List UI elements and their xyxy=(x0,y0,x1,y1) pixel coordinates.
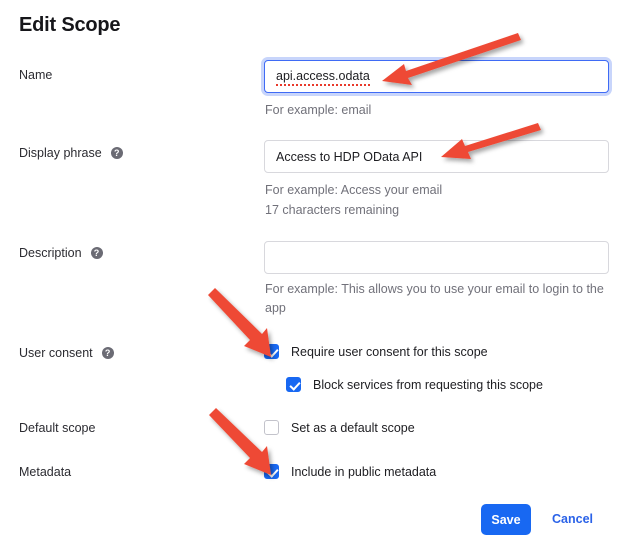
block-services-label: Block services from requesting this scop… xyxy=(313,377,543,392)
checkbox-box[interactable] xyxy=(264,344,279,359)
include-public-metadata-label: Include in public metadata xyxy=(291,464,437,479)
metadata-label-text: Metadata xyxy=(19,465,72,479)
help-icon[interactable]: ? xyxy=(101,347,114,359)
arrow-to-require-consent-checkbox xyxy=(208,288,271,357)
user-consent-group-label: User consent ? xyxy=(19,346,114,360)
set-default-scope-label: Set as a default scope xyxy=(291,420,415,435)
description-field-label: Description ? xyxy=(19,246,103,260)
name-input[interactable] xyxy=(264,60,609,93)
cancel-button[interactable]: Cancel xyxy=(552,512,593,526)
default-scope-label-text: Default scope xyxy=(19,421,96,435)
display-phrase-label-text: Display phrase xyxy=(19,146,102,160)
include-public-metadata-checkbox[interactable]: Include in public metadata xyxy=(264,464,436,479)
description-field-hint: For example: This allows you to use your… xyxy=(265,282,604,315)
arrow-to-include-metadata-checkbox xyxy=(209,408,271,475)
set-default-scope-checkbox[interactable]: Set as a default scope xyxy=(264,420,415,435)
require-user-consent-label: Require user consent for this scope xyxy=(291,344,488,359)
checkbox-box[interactable] xyxy=(264,420,279,435)
checkbox-box[interactable] xyxy=(264,464,279,479)
description-label-text: Description xyxy=(19,246,82,260)
edit-scope-form: Edit Scope Name api.access.odata For exa… xyxy=(0,0,624,550)
help-icon[interactable]: ? xyxy=(90,247,103,259)
name-label-text: Name xyxy=(19,68,53,82)
require-user-consent-checkbox[interactable]: Require user consent for this scope xyxy=(264,344,488,359)
help-icon[interactable]: ? xyxy=(110,147,123,159)
page-title: Edit Scope xyxy=(19,14,121,36)
block-services-checkbox[interactable]: Block services from requesting this scop… xyxy=(286,377,543,392)
description-input[interactable] xyxy=(264,241,609,274)
user-consent-label-text: User consent xyxy=(19,346,93,360)
display-phrase-field-label: Display phrase ? xyxy=(19,146,123,160)
display-phrase-char-counter: 17 characters remaining xyxy=(265,203,400,217)
default-scope-group-label: Default scope xyxy=(19,421,95,435)
display-phrase-field-hint: For example: Access your email xyxy=(265,183,443,197)
save-button[interactable]: Save xyxy=(481,504,531,535)
metadata-group-label: Metadata xyxy=(19,465,71,479)
display-phrase-input[interactable] xyxy=(264,140,609,173)
name-field-hint: For example: email xyxy=(265,103,372,117)
checkbox-box[interactable] xyxy=(286,377,301,392)
name-field-label: Name xyxy=(19,68,52,82)
